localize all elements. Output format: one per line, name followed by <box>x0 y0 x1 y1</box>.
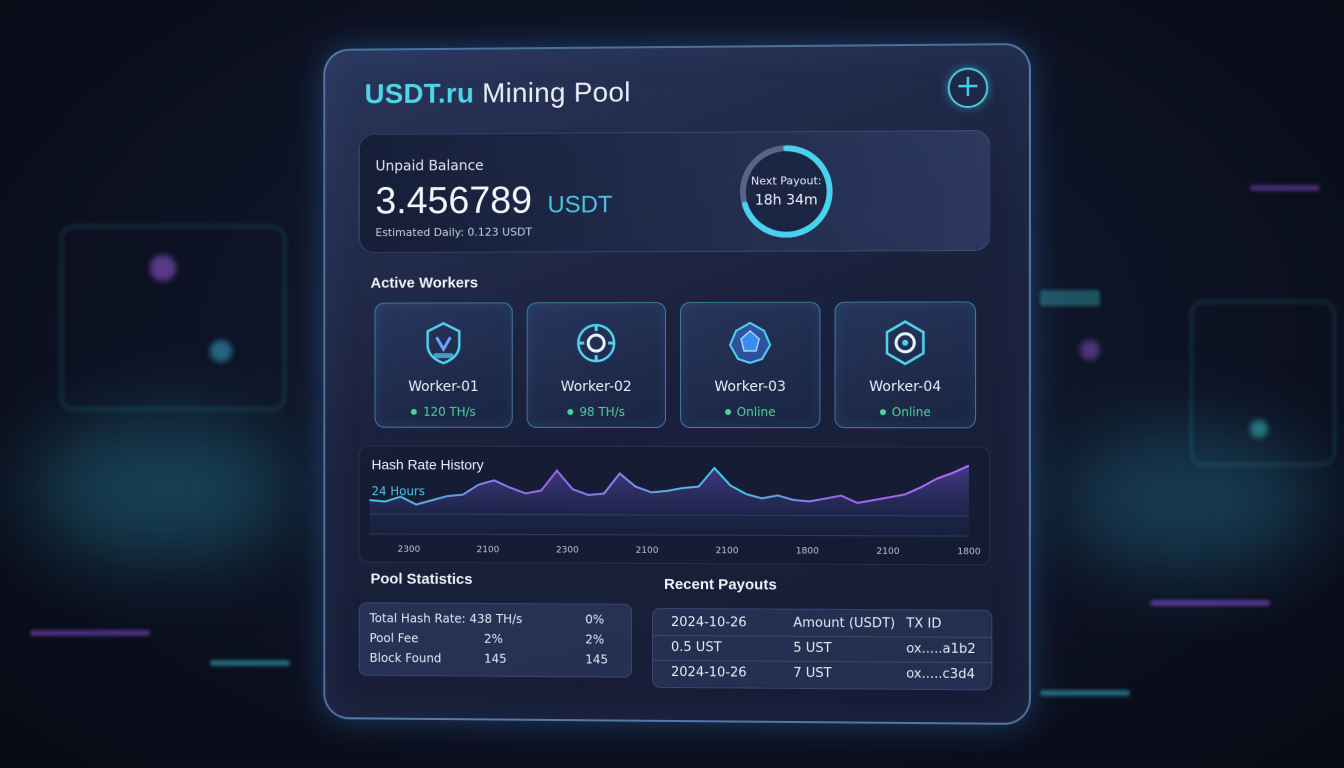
stats-row: Block Found 145 145 <box>369 650 609 667</box>
x-tick-label: 2100 <box>876 547 899 557</box>
bg-bar <box>210 660 290 666</box>
worker-status: Online <box>681 405 819 419</box>
bg-circuit-left <box>60 225 286 411</box>
bg-glow-left <box>30 420 290 560</box>
x-tick-label: 2300 <box>556 545 579 555</box>
table-row[interactable]: 2024-10-26 7 UST ox.....c3d4 <box>653 661 991 688</box>
x-tick-label: 2100 <box>477 545 500 555</box>
pool-statistics-table: Total Hash Rate: 438 TH/s 0% Pool Fee 2%… <box>358 602 633 678</box>
unpaid-balance-label: Unpaid Balance <box>375 158 484 175</box>
recent-payouts-title: Recent Payouts <box>664 575 777 594</box>
bg-bar <box>1250 185 1320 191</box>
worker-name: Worker-01 <box>408 379 479 395</box>
plus-circle-icon[interactable]: + <box>947 67 989 109</box>
x-tick-label: 2300 <box>398 545 421 555</box>
next-payout-time: 18h 34m <box>754 192 818 209</box>
recent-payouts-table: 2024-10-26 Amount (USDT) TX ID 0.5 UST 5… <box>652 607 993 691</box>
worker-card-01[interactable]: Worker-01 120 TH/s <box>374 302 513 428</box>
hashrate-area <box>369 464 969 539</box>
bg-bar <box>1040 290 1100 306</box>
bg-circuit-right <box>1190 300 1336 466</box>
hashrate-range[interactable]: 24 Hours <box>371 484 424 498</box>
x-tick-label: 1800 <box>957 547 980 557</box>
brand-primary: USDT.ru <box>364 77 475 110</box>
mining-pool-dashboard: USDT.ru Mining Pool + Unpaid Balance 3.4… <box>323 42 1031 726</box>
brand-secondary: Mining Pool <box>482 76 631 109</box>
worker-name: Worker-02 <box>560 379 632 395</box>
worker-card-03[interactable]: Worker-03 Online <box>679 301 821 429</box>
balance-card: Unpaid Balance 3.456789 USDT Estimated D… <box>358 130 991 254</box>
crystal-gear-icon <box>726 319 774 367</box>
bg-dot <box>1080 340 1100 360</box>
bg-dot <box>210 340 232 362</box>
worker-status: 98 TH/s <box>528 405 665 419</box>
x-tick-label: 2100 <box>716 546 739 556</box>
bg-dot <box>1250 420 1268 438</box>
pool-statistics-title: Pool Statistics <box>370 570 473 588</box>
bg-bar <box>1150 600 1270 606</box>
unpaid-balance-value: 3.456789 <box>375 179 533 223</box>
shield-chip-icon <box>420 319 467 367</box>
x-tick-label: 1800 <box>796 546 819 556</box>
stats-row: Pool Fee 2% 2% <box>369 631 605 647</box>
bg-bar <box>1040 690 1130 696</box>
hashrate-chart-card: 2300 2100 2300 2100 2100 1800 2100 1800 Hash Ra… <box>358 445 991 566</box>
balance-unit: USDT <box>547 191 613 219</box>
bg-bar <box>30 630 150 636</box>
estimated-daily: Estimated Daily: 0.123 USDT <box>375 225 533 240</box>
stats-row: Total Hash Rate: 438 TH/s 0% <box>369 611 605 627</box>
worker-card-04[interactable]: Worker-04 Online <box>834 301 977 429</box>
gear-ring-icon <box>572 319 620 367</box>
x-tick-label: 2100 <box>636 546 659 556</box>
table-row[interactable]: 0.5 UST 5 UST ox.....a1b2 <box>653 635 992 664</box>
worker-status: 120 TH/s <box>375 405 511 419</box>
active-workers-title: Active Workers <box>370 274 479 292</box>
worker-card-02[interactable]: Worker-02 98 TH/s <box>526 302 667 428</box>
bg-dot <box>150 255 176 281</box>
table-header-row: 2024-10-26 Amount (USDT) TX ID <box>653 610 992 638</box>
worker-status: Online <box>836 405 976 419</box>
next-payout-label: Next Payout: <box>750 174 822 188</box>
worker-name: Worker-03 <box>714 378 786 396</box>
app-title: USDT.ru Mining Pool <box>365 76 631 110</box>
worker-name: Worker-04 <box>869 378 942 396</box>
hex-gear-icon <box>881 319 930 367</box>
hashrate-title: Hash Rate History <box>371 456 484 473</box>
